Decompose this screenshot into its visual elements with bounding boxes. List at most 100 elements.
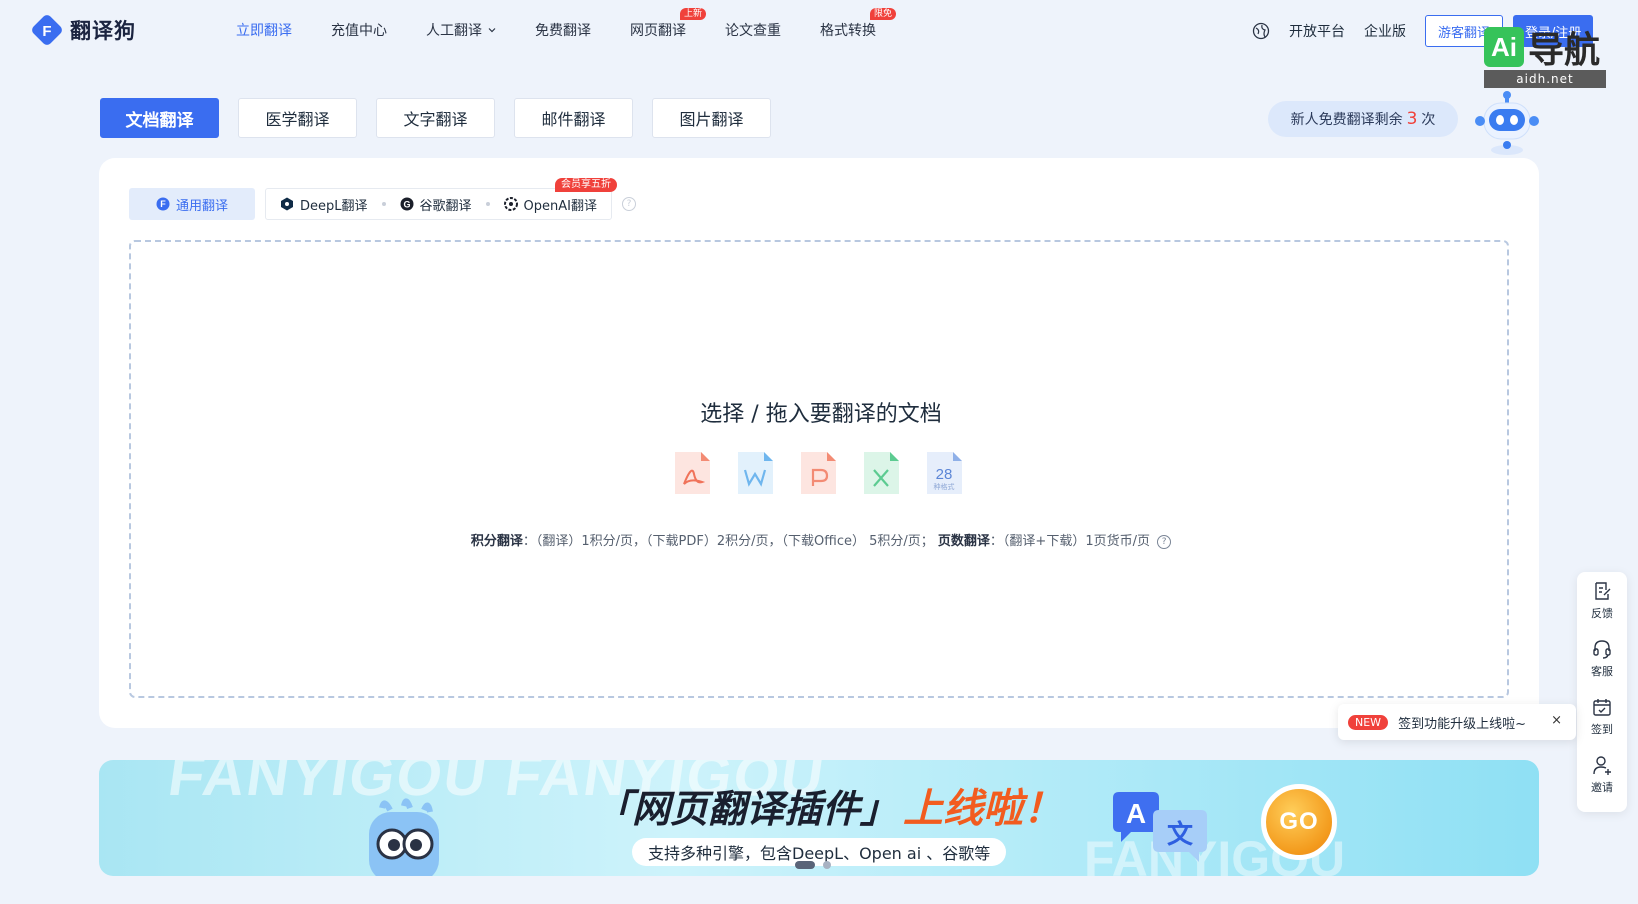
float-label: 客服 [1591,665,1613,678]
member-discount-badge: 会员享五折 [554,178,617,192]
pricing-note: 积分翻译：（翻译）1积分/页，（下载PDF）2积分/页，（下载Office） 5… [131,530,1511,549]
checkin-upgrade-toast: NEW 签到功能升级上线啦~ × [1338,704,1576,740]
pages-label: 页数翻译 [937,534,990,549]
engine-label: OpenAI翻译 [523,198,597,214]
engine-tab-general[interactable]: F 通用翻译 [129,188,255,220]
tab-image-translate[interactable]: 图片翻译 [652,98,771,138]
floating-toolbar: 反馈 客服 签到 邀请 [1577,572,1627,812]
nav-label: 格式转换 [820,23,876,39]
nav-label: 人工翻译 [426,23,482,39]
nav-label: 免费翻译 [535,23,591,39]
nav-item-plagiarism-check[interactable]: 论文查重 [725,20,781,40]
mascot-illustration-icon [369,798,439,876]
float-label: 签到 [1591,723,1613,736]
enterprise-link[interactable]: 企业版 [1364,21,1406,41]
nav-item-instant-translate[interactable]: 立即翻译 [236,20,292,40]
banner-go-button[interactable]: GO [1261,784,1337,860]
svg-text:A: A [1126,798,1146,829]
nav-label: 论文查重 [725,23,781,39]
engine-tab-openai[interactable]: OpenAI翻译 [490,188,611,220]
watermark-text: 导航 [1528,30,1601,71]
main-nav: 立即翻译 充值中心 人工翻译 免费翻译 网页翻译 上新 论文查重 格式转换 限免 [236,8,915,42]
engine-tab-deepl[interactable]: DeepL翻译 [266,188,382,220]
engine-selector: F 通用翻译 DeepL翻译 G 谷歌翻译 OpenAI翻译 会员享五折 ? [129,178,636,220]
check-in-button[interactable]: 签到 [1591,696,1613,754]
points-text: ：（翻译）1积分/页，（下载PDF）2积分/页，（下载Office） 5积分/页… [522,534,934,549]
nav-item-web-translate[interactable]: 网页翻译 上新 [630,8,706,40]
deepl-icon [281,197,293,211]
ppt-file-icon [801,452,836,494]
points-label: 积分翻译 [470,534,523,549]
robot-mascot-icon [1475,91,1539,155]
brand-name: 翻译狗 [70,19,136,43]
engine-tab-google[interactable]: G 谷歌翻译 [386,188,486,220]
plugin-promo-banner[interactable]: FANYIGOU FANYIGOU FANYIGOU 「网页翻译插件」 上线啦！… [99,760,1539,876]
tab-document-translate[interactable]: 文档翻译 [100,98,219,138]
nav-label: 立即翻译 [236,23,292,39]
doc-type-tabs: 文档翻译 医学翻译 文字翻译 邮件翻译 图片翻译 [100,98,771,138]
pdf-file-icon [675,452,710,494]
new-badge: NEW [1348,714,1389,730]
invite-button[interactable]: 邀请 [1591,754,1613,812]
translate-az-icon: A 文 [1113,792,1207,862]
svg-text:F: F [42,23,51,40]
nav-label: 网页翻译 [630,23,686,39]
help-icon[interactable]: ? [621,197,636,211]
chevron-down-icon [488,28,496,33]
general-engine-icon: F [156,197,170,211]
feedback-icon [1595,582,1611,600]
nav-item-human-translate[interactable]: 人工翻译 [426,20,496,40]
open-platform-link[interactable]: 开放平台 [1289,21,1345,41]
nav-item-free-translate[interactable]: 免费翻译 [535,20,591,40]
watermark-ai-mark: Ai [1484,27,1524,67]
pricing-help-icon[interactable]: ? [1157,534,1172,549]
headset-icon [1593,640,1611,659]
carousel-dot[interactable] [823,861,831,869]
globe-icon[interactable] [1252,22,1270,40]
formats-count: 28 [936,466,953,483]
quota-suffix: 次 [1421,112,1436,128]
pages-text: ：（翻译+下载）1页货币/页 [989,534,1150,549]
word-file-icon [738,452,773,494]
nav-item-format-convert[interactable]: 格式转换 限免 [820,8,896,40]
quota-count: 3 [1406,109,1418,129]
brand-logo[interactable]: F 翻译狗 [30,14,136,46]
calendar-check-icon [1593,699,1611,716]
nav-label: 充值中心 [331,23,387,39]
tab-text-translate[interactable]: 文字翻译 [376,98,495,138]
svg-text:G: G [403,200,410,210]
customer-service-button[interactable]: 客服 [1591,638,1613,696]
supported-formats: 28 种格式 [672,450,964,496]
float-label: 反馈 [1591,607,1613,620]
banner-title-highlight: 上线啦！ [903,786,1063,832]
svg-text:文: 文 [1167,819,1194,850]
carousel-dots [795,861,831,869]
new-badge: 上新 [679,8,706,20]
carousel-dot[interactable] [795,861,815,869]
tab-email-translate[interactable]: 邮件翻译 [514,98,633,138]
openai-icon [503,197,518,211]
file-drop-zone[interactable]: 选择 / 拖入要翻译的文档 28 种格式 积分翻译：（翻译）1积分/页，（下载PD… [129,240,1509,698]
more-formats-icon: 28种格式 [927,452,962,494]
toast-text: 签到功能升级上线啦~ [1398,716,1526,732]
upload-title: 选择 / 拖入要翻译的文档 [700,402,942,427]
engine-label: 谷歌翻译 [419,198,472,214]
tab-medical-translate[interactable]: 医学翻译 [238,98,357,138]
add-user-icon [1593,756,1611,775]
fanyigou-logo-icon: F [32,15,62,45]
watermark: Ai 导航 aidh.net [1484,24,1606,94]
svg-text:F: F [160,199,166,209]
google-icon: G [400,197,414,211]
feedback-button[interactable]: 反馈 [1591,580,1613,638]
nav-item-recharge[interactable]: 充值中心 [331,20,387,40]
formats-label: 种格式 [934,482,955,491]
float-label: 邀请 [1591,781,1613,794]
quota-prefix: 新人免费翻译剩余 [1290,112,1403,128]
engine-label: 通用翻译 [175,198,228,214]
free-quota-pill: 新人免费翻译剩余 3 次 [1268,101,1458,137]
close-icon[interactable]: × [1551,713,1562,728]
engine-label: DeepL翻译 [300,198,368,214]
banner-title: 「网页翻译插件」 [594,787,899,831]
engine-group: DeepL翻译 G 谷歌翻译 OpenAI翻译 会员享五折 [265,178,617,220]
excel-file-icon [864,452,899,494]
